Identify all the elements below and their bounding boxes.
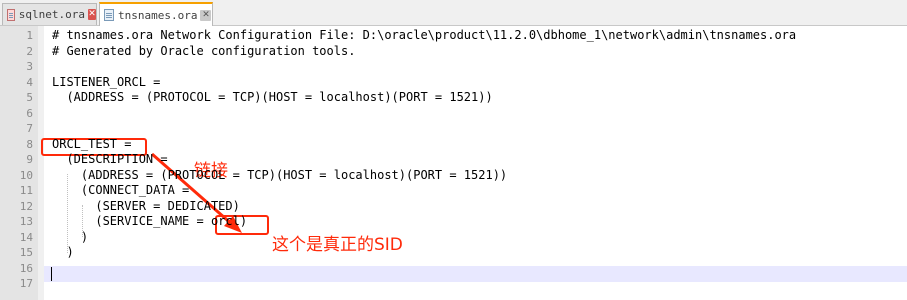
code-line: (SERVICE_NAME = orcl) bbox=[52, 214, 248, 228]
line-number: 4 bbox=[26, 75, 33, 89]
code-line: (DESCRIPTION = bbox=[52, 152, 168, 166]
code-line: ) bbox=[52, 229, 89, 244]
line-number: 2 bbox=[26, 44, 33, 58]
code-line: (SERVER = DEDICATED) bbox=[52, 198, 240, 213]
line-number: 5 bbox=[26, 91, 33, 104]
line-number: 10 bbox=[19, 168, 33, 182]
code-line: # Generated by Oracle configuration tool… bbox=[52, 43, 356, 58]
line-number: 9 bbox=[26, 153, 33, 166]
line-number: 6 bbox=[26, 106, 33, 120]
code-line: ORCL_TEST = bbox=[52, 136, 132, 151]
code-line: (ADDRESS = (PROTOCOL = TCP)(HOST = local… bbox=[52, 90, 493, 104]
line-number: 8 bbox=[26, 137, 33, 151]
line-number: 14 bbox=[19, 230, 33, 244]
annotation-sid-label: 这个是真正的SID bbox=[272, 235, 403, 255]
line-number: 17 bbox=[19, 277, 33, 290]
line-number: 16 bbox=[19, 261, 33, 275]
code-line: (ADDRESS = (PROTOCOL = TCP)(HOST = local… bbox=[52, 167, 508, 182]
line-number: 13 bbox=[19, 215, 33, 228]
line-number: 11 bbox=[19, 184, 33, 197]
code-line: (CONNECT_DATA = bbox=[52, 183, 190, 197]
code-line: # tnsnames.ora Network Configuration Fil… bbox=[52, 28, 797, 42]
line-number: 7 bbox=[26, 122, 33, 135]
line-number: 12 bbox=[19, 199, 33, 213]
code-line: ) bbox=[52, 245, 74, 259]
line-number: 15 bbox=[19, 246, 33, 259]
line-number: 3 bbox=[26, 60, 33, 73]
line-number: 1 bbox=[26, 29, 33, 42]
code-line: LISTENER_ORCL = bbox=[52, 74, 161, 89]
